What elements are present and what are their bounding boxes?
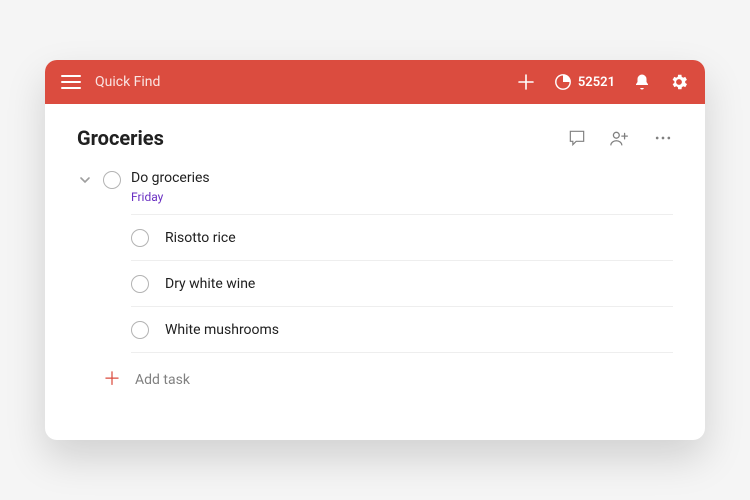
content-area: Groceries Do groceries Friday xyxy=(45,104,705,440)
karma-icon xyxy=(554,73,572,91)
app-window: Quick Find 52521 Groceries xyxy=(45,60,705,440)
settings-icon[interactable] xyxy=(669,72,689,92)
chevron-down-icon[interactable] xyxy=(77,174,93,186)
parent-task-body: Do groceries Friday xyxy=(131,170,210,204)
notifications-icon[interactable] xyxy=(633,73,651,91)
task-title: Risotto rice xyxy=(165,230,236,246)
list-actions xyxy=(567,128,673,148)
subtask-list: Risotto rice Dry white wine White mushro… xyxy=(131,214,673,353)
search-input[interactable]: Quick Find xyxy=(95,74,502,90)
subtask-row[interactable]: Risotto rice xyxy=(131,214,673,260)
subtask-row[interactable]: White mushrooms xyxy=(131,306,673,353)
menu-icon[interactable] xyxy=(61,75,81,89)
list-header: Groceries xyxy=(77,126,673,150)
task-checkbox[interactable] xyxy=(103,171,121,189)
task-checkbox[interactable] xyxy=(131,275,149,293)
comments-icon[interactable] xyxy=(567,128,587,148)
more-icon[interactable] xyxy=(653,128,673,148)
karma-count: 52521 xyxy=(578,75,615,90)
share-icon[interactable] xyxy=(609,128,631,148)
task-checkbox[interactable] xyxy=(131,229,149,247)
parent-task-row[interactable]: Do groceries Friday xyxy=(77,164,673,214)
topbar-actions: 52521 xyxy=(516,72,689,92)
task-title: Dry white wine xyxy=(165,276,255,292)
task-checkbox[interactable] xyxy=(131,321,149,339)
due-date: Friday xyxy=(131,190,210,204)
list-title: Groceries xyxy=(77,126,164,150)
topbar: Quick Find 52521 xyxy=(45,60,705,104)
karma-counter[interactable]: 52521 xyxy=(554,73,615,91)
add-icon[interactable] xyxy=(516,72,536,92)
task-title: Do groceries xyxy=(131,170,210,186)
add-task-button[interactable]: ＋ Add task xyxy=(103,371,673,389)
plus-icon: ＋ xyxy=(103,371,121,389)
task-title: White mushrooms xyxy=(165,322,279,338)
subtask-row[interactable]: Dry white wine xyxy=(131,260,673,306)
add-task-label: Add task xyxy=(135,372,190,388)
